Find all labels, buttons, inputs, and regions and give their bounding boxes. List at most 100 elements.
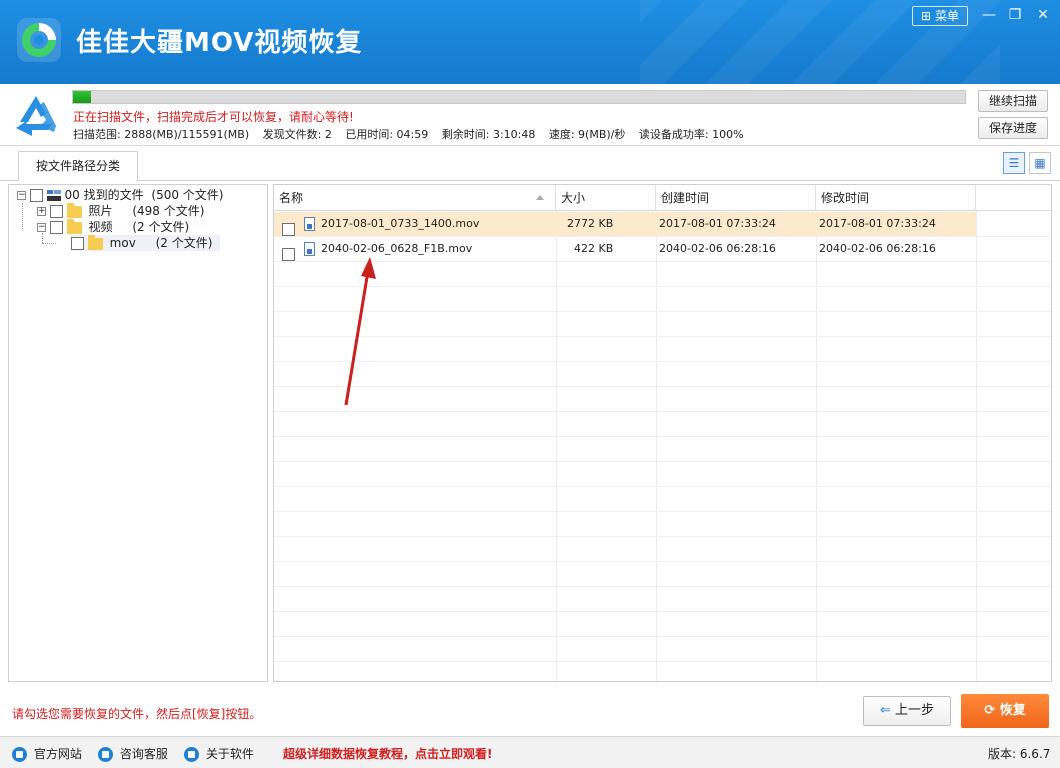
tree-item-mov[interactable]: mov (2 个文件) [71, 235, 220, 251]
collapse-icon[interactable]: − [37, 223, 46, 232]
file-size: 2772 KB [567, 212, 613, 236]
tree-checkbox[interactable] [71, 237, 84, 250]
row-grid-line [274, 361, 1051, 362]
file-modified: 2040-02-06 06:28:16 [819, 237, 936, 261]
tree-item-videos[interactable]: − 视频 (2 个文件) [37, 219, 189, 235]
row-grid-line [274, 336, 1051, 337]
row-grid-line [274, 611, 1051, 612]
menu-label: 菜单 [935, 9, 959, 23]
table-row[interactable]: 2017-08-01_0733_1400.mov 2772 KB 2017-08… [274, 212, 976, 236]
row-checkbox[interactable] [282, 248, 295, 261]
official-website-link[interactable]: 官方网站 [12, 745, 82, 762]
tree-checkbox[interactable] [50, 205, 63, 218]
about-software-label: 关于软件 [206, 747, 254, 761]
tab-by-file-path[interactable]: 按文件路径分类 [18, 151, 138, 181]
maximize-button[interactable]: ❐ [1004, 6, 1026, 24]
collapse-icon[interactable]: − [17, 191, 26, 200]
sort-up-icon [536, 195, 544, 200]
row-grid-line [274, 436, 1051, 437]
instruction-hint: 请勾选您需要恢复的文件，然后点[恢复]按钮。 [12, 705, 261, 722]
tree-item-count: (2 个文件) [156, 236, 213, 250]
tutorial-promo-link[interactable]: 超级详细数据恢复教程，点击立即观看! [283, 745, 492, 762]
tree-item-label: 照片 [88, 204, 112, 218]
customer-service-label: 咨询客服 [120, 747, 168, 761]
previous-step-label: 上一步 [895, 703, 934, 718]
file-size: 422 KB [574, 237, 613, 261]
folder-tree: − 00 找到的文件 (500 个文件) + 照片 (498 个文件) − 视频… [8, 184, 268, 682]
minimize-button[interactable]: — [978, 6, 1000, 24]
arrow-left-icon: ⇐ [880, 703, 891, 718]
column-header-size[interactable]: 大小 [556, 185, 656, 211]
row-grid-line [274, 561, 1051, 562]
elapsed-time: 已用时间: 04:59 [345, 128, 428, 141]
scan-stats: 扫描范围: 2888(MB)/115591(MB) 发现文件数: 2 已用时间:… [73, 126, 754, 142]
computer-icon [47, 190, 61, 202]
about-software-link[interactable]: 关于软件 [184, 745, 254, 762]
continue-scan-button[interactable]: 继续扫描 [978, 90, 1048, 112]
tree-item-count: (498 个文件) [132, 204, 204, 218]
app-title: 佳佳大疆MOV视频恢复 [76, 22, 362, 59]
footer-bar: 官方网站 咨询客服 关于软件 超级详细数据恢复教程，点击立即观看! 版本: 6.… [0, 736, 1060, 768]
tree-item-root[interactable]: − 00 找到的文件 (500 个文件) [17, 187, 224, 203]
tree-item-count: (500 个文件) [151, 188, 223, 202]
grid-view-icon[interactable]: ▦ [1029, 152, 1051, 174]
row-grid-line [274, 636, 1051, 637]
folder-icon [67, 222, 82, 234]
scan-progress-bar [72, 90, 966, 104]
chat-icon [98, 747, 113, 762]
tree-item-photos[interactable]: + 照片 (498 个文件) [37, 203, 204, 219]
save-progress-button[interactable]: 保存进度 [978, 117, 1048, 139]
column-header-created[interactable]: 创建时间 [656, 185, 816, 211]
recover-label: 恢复 [1000, 703, 1026, 718]
row-grid-line [274, 311, 1051, 312]
folder-icon [67, 206, 82, 218]
refresh-icon: ⟳ [984, 703, 995, 718]
tab-divider [0, 180, 1060, 181]
tree-item-label: mov [110, 236, 136, 250]
file-created: 2017-08-01 07:33:24 [659, 212, 776, 236]
row-grid-line [274, 411, 1051, 412]
video-file-icon [304, 242, 315, 256]
file-list: 名称 大小 创建时间 修改时间 2017-08-01_0733_1400.mov… [273, 184, 1052, 682]
menu-button[interactable]: ⊞ 菜单 [912, 6, 968, 26]
info-icon [184, 747, 199, 762]
row-grid-line [274, 586, 1051, 587]
file-list-header: 名称 大小 创建时间 修改时间 [274, 185, 1051, 211]
tree-item-count: (2 个文件) [132, 220, 189, 234]
row-grid-line [274, 386, 1051, 387]
version-text: 版本: 6.6.7 [988, 745, 1050, 762]
official-website-label: 官方网站 [34, 747, 82, 761]
file-name: 2017-08-01_0733_1400.mov [321, 212, 479, 236]
list-view-icon[interactable]: ☰ [1003, 152, 1025, 174]
close-button[interactable]: ✕ [1032, 6, 1054, 24]
read-success-rate: 读设备成功率: 100% [639, 128, 744, 141]
scan-recycle-icon [10, 92, 62, 140]
tree-checkbox[interactable] [50, 221, 63, 234]
tree-item-label: 视频 [88, 220, 112, 234]
row-grid-line [274, 286, 1051, 287]
annotation-arrow-icon [334, 245, 384, 415]
row-grid-line [274, 511, 1051, 512]
scan-speed: 速度: 9(MB)/秒 [549, 128, 626, 141]
tree-guide-line [22, 203, 23, 229]
file-created: 2040-02-06 06:28:16 [659, 237, 776, 261]
previous-step-button[interactable]: ⇐ 上一步 [863, 696, 951, 726]
folder-icon [88, 238, 103, 250]
scan-range: 扫描范围: 2888(MB)/115591(MB) [73, 128, 249, 141]
recover-button[interactable]: ⟳ 恢复 [961, 694, 1049, 728]
title-bar: 佳佳大疆MOV视频恢复 ⊞ 菜单 — ❐ ✕ [0, 0, 1060, 84]
tree-checkbox[interactable] [30, 189, 43, 202]
scan-status-panel: 正在扫描文件，扫描完成后才可以恢复，请耐心等待! 扫描范围: 2888(MB)/… [0, 84, 1060, 146]
expand-icon[interactable]: + [37, 207, 46, 216]
row-grid-line [274, 536, 1051, 537]
row-grid-line [274, 661, 1051, 662]
files-found: 发现文件数: 2 [263, 128, 332, 141]
tree-item-label: 00 找到的文件 [64, 188, 143, 202]
column-header-name[interactable]: 名称 [274, 185, 556, 211]
customer-service-link[interactable]: 咨询客服 [98, 745, 168, 762]
column-header-modified[interactable]: 修改时间 [816, 185, 976, 211]
row-grid-line [274, 486, 1051, 487]
app-logo-icon [14, 15, 64, 65]
scan-progress-fill [73, 91, 91, 103]
row-checkbox[interactable] [282, 223, 295, 236]
